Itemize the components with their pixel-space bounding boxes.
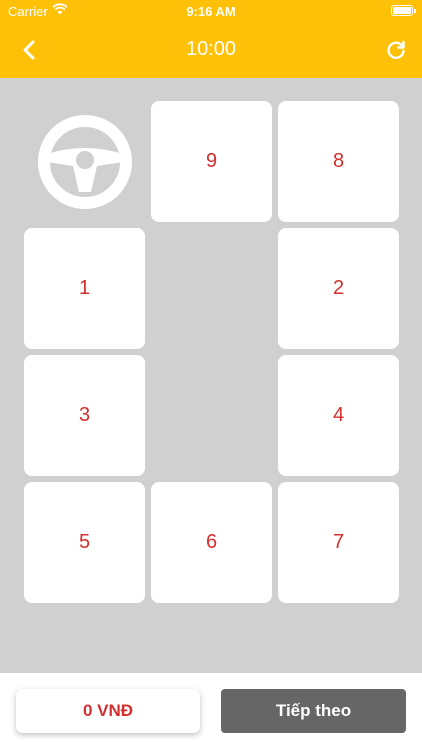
seat-7[interactable]: 7 bbox=[278, 482, 399, 603]
seat-4[interactable]: 4 bbox=[278, 355, 399, 476]
seat-8[interactable]: 8 bbox=[278, 101, 399, 222]
next-button[interactable]: Tiếp theo bbox=[221, 689, 406, 733]
refresh-icon[interactable] bbox=[384, 38, 408, 62]
steering-wheel-icon bbox=[37, 114, 133, 210]
seat-5[interactable]: 5 bbox=[24, 482, 145, 603]
total-price: 0 VNĐ bbox=[16, 689, 200, 733]
seat-3[interactable]: 3 bbox=[24, 355, 145, 476]
seat-9[interactable]: 9 bbox=[151, 101, 272, 222]
status-bar: Carrier 9:16 AM bbox=[0, 0, 422, 22]
seat-2[interactable]: 2 bbox=[278, 228, 399, 349]
seat-1[interactable]: 1 bbox=[24, 228, 145, 349]
battery-icon bbox=[391, 5, 416, 16]
status-time: 9:16 AM bbox=[186, 4, 236, 19]
seat-map: 9 8 1 2 3 4 5 6 7 bbox=[0, 78, 422, 673]
nav-bar: 10:00 bbox=[0, 22, 422, 78]
bottom-bar: 0 VNĐ Tiếp theo bbox=[0, 673, 422, 750]
seat-6[interactable]: 6 bbox=[151, 482, 272, 603]
page-title: 10:00 bbox=[185, 38, 237, 60]
